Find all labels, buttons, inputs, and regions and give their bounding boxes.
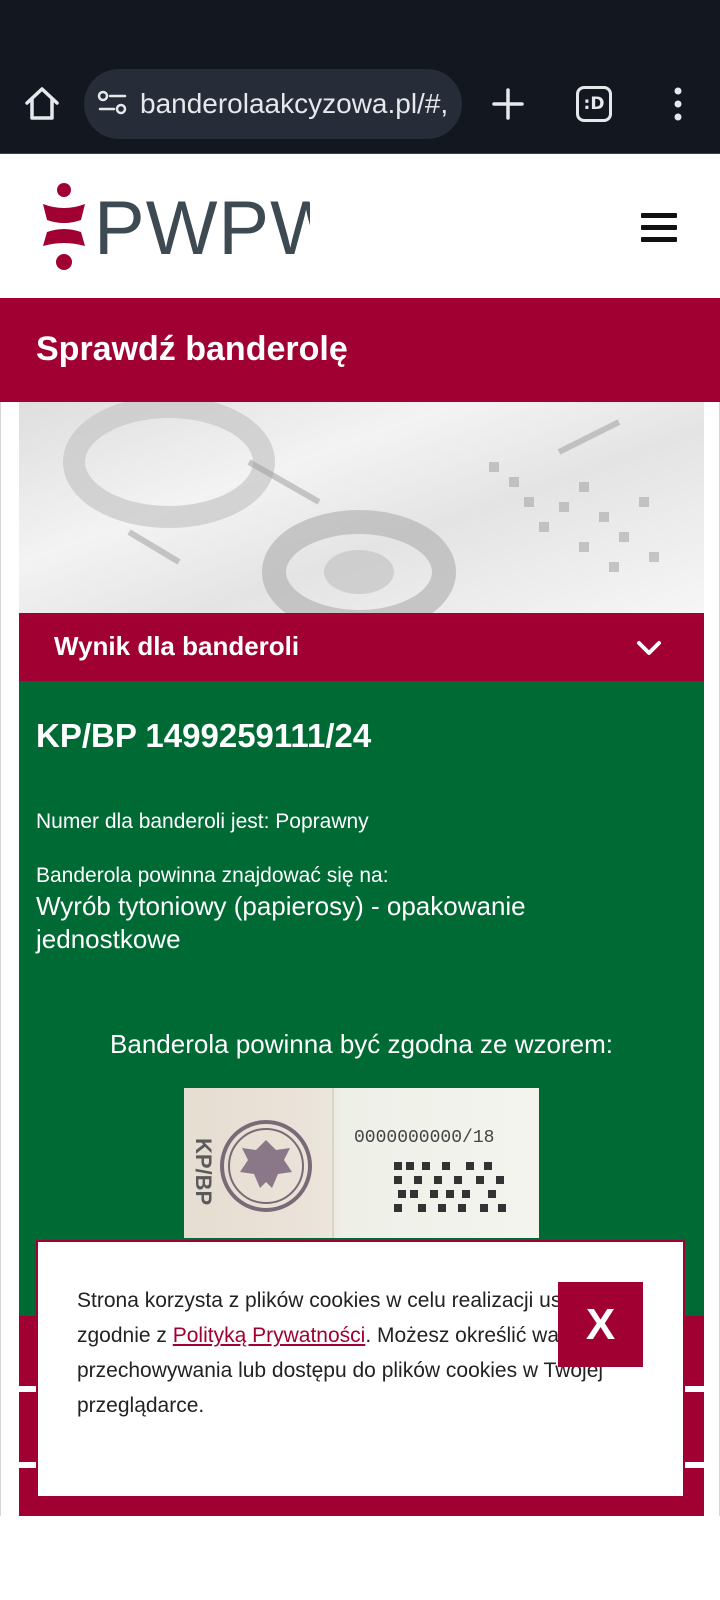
banner-image bbox=[19, 402, 704, 613]
cookie-close-button[interactable]: X bbox=[558, 1282, 643, 1367]
more-vert-icon[interactable] bbox=[664, 84, 692, 124]
stamp-number: KP/BP 1499259111/24 bbox=[36, 717, 372, 754]
pattern-heading: Banderola powinna być zgodna ze wzorem: bbox=[110, 1029, 613, 1059]
pwpw-logo[interactable]: PWPW bbox=[40, 182, 342, 272]
privacy-policy-link[interactable]: Polityką Prywatności bbox=[173, 1324, 366, 1347]
plus-icon[interactable] bbox=[488, 84, 528, 124]
hamburger-icon[interactable] bbox=[641, 213, 679, 243]
svg-text:0000000000/18: 0000000000/18 bbox=[354, 1128, 494, 1148]
home-icon[interactable] bbox=[22, 84, 62, 124]
svg-text:KP/BP: KP/BP bbox=[191, 1138, 216, 1205]
sample-stamp-image: KP/BP 0000000000/18 bbox=[184, 1088, 539, 1238]
site-settings-icon[interactable] bbox=[96, 86, 130, 120]
svg-text:PWPW: PWPW bbox=[94, 186, 310, 271]
tabs-icon[interactable]: :D bbox=[576, 86, 612, 122]
location-value: Wyrób tytoniowy (papierosy) - opakowanie… bbox=[36, 891, 526, 954]
chevron-down-icon[interactable] bbox=[634, 633, 664, 663]
url-text[interactable]: banderolaakcyzowa.pl/#, bbox=[140, 86, 450, 122]
page-title: Sprawdź banderolę bbox=[36, 330, 348, 368]
status-bar bbox=[0, 0, 720, 66]
validation-status: Numer dla banderoli jest: Poprawny bbox=[36, 810, 369, 833]
location-label: Banderola powinna znajdować się na: bbox=[36, 864, 389, 887]
result-header-label: Wynik dla banderoli bbox=[54, 631, 300, 661]
